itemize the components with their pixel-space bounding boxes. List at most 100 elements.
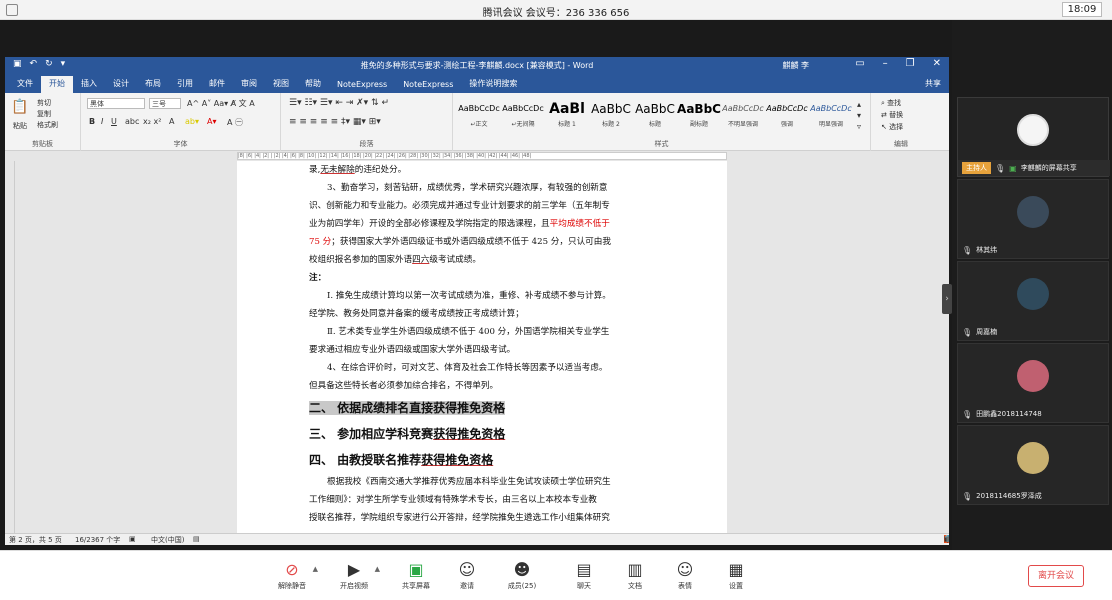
members-label: 成员(25) — [507, 582, 537, 590]
paste-icon[interactable]: 📋 — [11, 99, 28, 115]
invite-label: 邀请 — [460, 582, 474, 590]
participant-tile[interactable]: 🎙 林其纬 — [957, 179, 1109, 259]
chevron-up-icon[interactable]: ▲ — [313, 565, 318, 573]
find-button[interactable]: ⌕ 查找 — [881, 98, 901, 108]
settings-button[interactable]: ▦ 设置 — [716, 559, 756, 591]
share-screen-button[interactable]: ▣ 共享屏幕 — [396, 559, 436, 591]
avatar — [1017, 196, 1049, 228]
font-group: 黑体 三号 A^ A˅ Aa▾ A̸ 文 A B I U abc x₂ x² A… — [81, 93, 281, 151]
style-heading-2[interactable]: AaBbC 标题 2 — [589, 99, 633, 133]
doc-paragraph: 但具备这些特长者必须参加综合排名，不得单列。 — [309, 381, 499, 391]
doc-paragraph: 授联名推荐，学院组织专家进行公开答辩，经学院推免生遴选工作小组集体研究 — [309, 513, 610, 523]
participant-tile[interactable]: 🎙 田鹏鑫2018114748 — [957, 343, 1109, 423]
tab-file[interactable]: 文件 — [9, 76, 41, 93]
char-shading-icon[interactable]: A ㊀ — [227, 117, 243, 128]
doc-heading: 三、 参加相应学科竞赛获得推免资格 — [309, 427, 506, 441]
share-button[interactable]: 共享 — [917, 76, 949, 93]
format-painter-button[interactable]: 格式刷 — [37, 120, 58, 130]
tab-design[interactable]: 设计 — [105, 76, 137, 93]
text-effect-icon[interactable]: A — [169, 117, 174, 126]
participant-tile[interactable]: 🎙 2018114685罗泽成 — [957, 425, 1109, 505]
style-heading-1[interactable]: AaBl 标题 1 — [545, 99, 589, 133]
avatar — [1017, 360, 1049, 392]
replace-button[interactable]: ⇄ 替换 — [881, 110, 903, 120]
style-no-spacing[interactable]: AaBbCcDc ↵无间隔 — [501, 99, 545, 133]
font-size-select[interactable]: 三号 — [149, 98, 181, 109]
chat-button[interactable]: ▤ 聊天 — [564, 559, 604, 591]
style-subtle-emphasis[interactable]: AaBbCcDc 不明显强调 — [721, 99, 765, 133]
style-emphasis[interactable]: AaBbCcDc 强调 — [765, 99, 809, 133]
document-content[interactable]: 录,无未解除的违纪处分。 3、勤奋学习，刻苦钻研，成绩优秀，学术研究兴趣浓厚，有… — [309, 161, 657, 527]
user-name[interactable]: 麒麟 李 — [782, 60, 809, 71]
members-button[interactable]: ☻ 成员(25) — [502, 559, 542, 591]
tab-help[interactable]: 帮助 — [297, 76, 329, 93]
proofing-icon[interactable]: ▣ — [129, 535, 136, 543]
tab-layout[interactable]: 布局 — [137, 76, 169, 93]
style-normal[interactable]: AaBbCcDc ↵正文 — [457, 99, 501, 133]
doc-paragraph: 录,无未解除的违纪处分。 — [309, 165, 407, 175]
subscript-icon[interactable]: x₂ x² — [143, 117, 161, 126]
page-count[interactable]: 第 2 页，共 5 页 — [9, 535, 62, 545]
docs-button[interactable]: ▥ 文档 — [615, 559, 655, 591]
cut-button[interactable]: 剪切 — [37, 98, 51, 108]
bullets-icon[interactable]: ☰▾ ☷▾ ☰▾ ⇤ ⇥ ✗▾ ⇅ ↵ — [289, 98, 389, 108]
language-indicator[interactable]: 中文(中国) — [151, 535, 184, 545]
align-left-icon[interactable]: ≡ ≡ ≡ ≡ ≡ ‡▾ ▦▾ ⊞▾ — [289, 117, 381, 127]
doc-paragraph: 识、创新能力和专业能力。必须完成并通过专业计划要求的前三学年（五年制专 — [309, 201, 610, 211]
tab-view[interactable]: 视图 — [265, 76, 297, 93]
tab-mailings[interactable]: 邮件 — [201, 76, 233, 93]
document-page[interactable]: 录,无未解除的违纪处分。 3、勤奋学习，刻苦钻研，成绩优秀，学术研究兴趣浓厚，有… — [237, 161, 727, 533]
tools-icon[interactable]: ▦ — [944, 535, 949, 543]
emoji-icon: ☺ — [676, 560, 694, 579]
screen-share-icon: ▣ — [1009, 163, 1017, 173]
highlight-icon[interactable]: ab▾ — [185, 117, 199, 126]
tab-home[interactable]: 开始 — [41, 76, 73, 93]
close-icon[interactable]: ✕ — [933, 58, 941, 69]
horizontal-ruler[interactable]: |8| |6| |4| |2| | |2| |4| |6| |8| |10| |… — [237, 152, 727, 160]
font-name-select[interactable]: 黑体 — [87, 98, 145, 109]
mic-muted-icon: 🎙 — [962, 327, 973, 337]
paragraph-group: ☰▾ ☷▾ ☰▾ ⇤ ⇥ ✗▾ ⇅ ↵ ≡ ≡ ≡ ≡ ≡ ‡▾ ▦▾ ⊞▾ 段… — [281, 93, 453, 151]
invite-button[interactable]: ☺ 邀请 — [447, 559, 487, 591]
tab-noteexpress-1[interactable]: NoteExpress — [329, 78, 395, 93]
mic-muted-icon: 🎙 — [962, 491, 973, 501]
grow-font-icon[interactable]: A^ A˅ Aa▾ A̸ 文 A — [187, 98, 255, 109]
mic-muted-icon: ⊘ — [285, 560, 299, 579]
minimize-icon[interactable]: – — [883, 58, 888, 69]
vertical-ruler[interactable] — [5, 161, 15, 533]
macro-icon[interactable]: ▤ — [193, 535, 200, 543]
style-title[interactable]: AaBbC 标题 — [633, 99, 677, 133]
participant-name: 周嘉楠 — [976, 328, 998, 336]
ribbon-options-icon[interactable]: ▭ — [855, 58, 864, 69]
collapse-panel-icon[interactable]: › — [942, 284, 952, 314]
leave-meeting-button[interactable]: 离开会议 — [1028, 565, 1084, 587]
participant-name-bar: 🎙 田鹏鑫2018114748 — [958, 406, 1110, 422]
participant-tile[interactable]: 主持人 🎙 ▣ 李麒麟的屏幕共享 — [957, 97, 1110, 177]
chevron-up-icon[interactable]: ▲ — [375, 565, 380, 573]
strikethrough-icon[interactable]: abc — [125, 117, 139, 126]
paste-button[interactable]: 粘贴 — [13, 121, 27, 131]
doc-paragraph: 工作细则》：对学生所学专业领域有特殊学术专长，由三名以上本校本专业教 — [309, 495, 597, 505]
tab-noteexpress-2[interactable]: NoteExpress — [395, 78, 461, 93]
copy-button[interactable]: 复制 — [37, 109, 51, 119]
select-button[interactable]: ↖ 选择 — [881, 122, 903, 132]
doc-paragraph: 4、在综合评价时，可对文艺、体育及社会工作特长等因素予以适当考虑。 — [327, 363, 608, 373]
reaction-button[interactable]: ☺ 表情 — [665, 559, 705, 591]
underline-icon[interactable]: U — [111, 117, 117, 126]
maximize-icon[interactable]: ❐ — [906, 58, 915, 69]
word-count[interactable]: 16/2367 个字 — [75, 535, 120, 545]
start-video-button[interactable]: ▶ 开启视频 ▲ — [334, 559, 380, 591]
styles-scroll-icon[interactable]: ▴ ▾ ▿ — [857, 99, 861, 132]
tab-references[interactable]: 引用 — [169, 76, 201, 93]
paragraph-label: 段落 — [359, 140, 374, 148]
italic-icon[interactable]: I — [101, 117, 103, 126]
participant-tile[interactable]: 🎙 周嘉楠 — [957, 261, 1109, 341]
tab-review[interactable]: 审阅 — [233, 76, 265, 93]
bold-icon[interactable]: B — [89, 117, 95, 126]
tell-me-search[interactable]: 操作说明搜索 — [461, 76, 525, 93]
font-color-icon[interactable]: A▾ — [207, 117, 217, 126]
style-intense-emphasis[interactable]: AaBbCcDc 明显强调 — [809, 99, 853, 133]
unmute-button[interactable]: ⊘ 解除静音 ▲ — [272, 559, 318, 591]
tab-insert[interactable]: 插入 — [73, 76, 105, 93]
style-subtitle[interactable]: AaBbC 副标题 — [677, 99, 721, 133]
